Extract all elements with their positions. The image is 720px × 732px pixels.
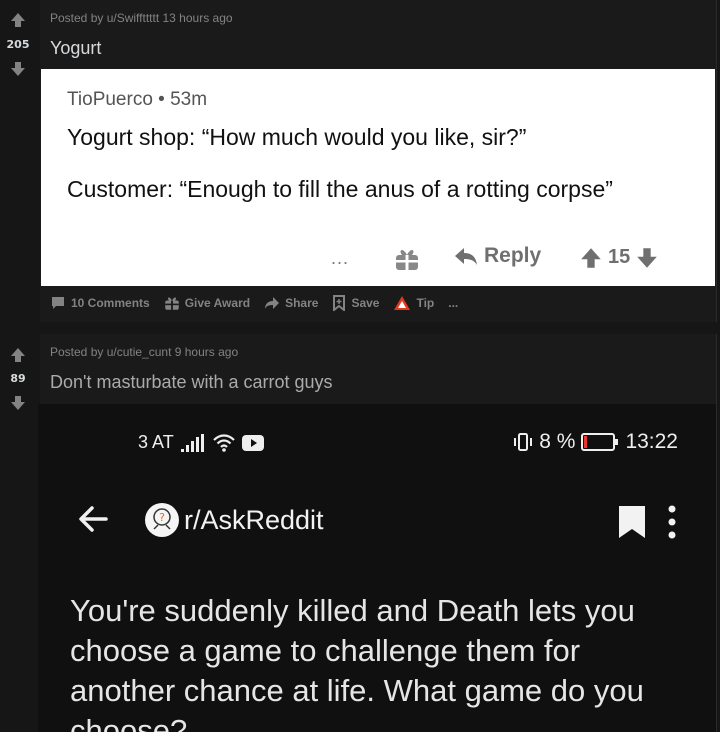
downvote-icon[interactable] (9, 60, 27, 78)
downvote-icon[interactable] (9, 394, 27, 412)
comment-author: TioPuerco • 53m (67, 89, 208, 110)
bookmark-icon (619, 506, 645, 538)
reply-icon (455, 248, 477, 265)
post-title[interactable]: Yogurt (50, 38, 101, 59)
subreddit-name: r/AskReddit (184, 505, 324, 535)
status-bar-right: 8 % 13:22 (513, 430, 678, 454)
more-options-button[interactable]: ... (448, 296, 458, 310)
battery-percent: 8 % (539, 430, 576, 453)
vibrate-icon (514, 433, 533, 451)
tip-button[interactable]: Tip (393, 295, 434, 311)
upvote-icon[interactable] (9, 346, 27, 364)
post-action-bar: 10 Comments Give Award Share Save Tip ..… (50, 292, 458, 314)
kebab-menu-icon (668, 505, 676, 539)
post-meta[interactable]: Posted by u/cutie_cunt 9 hours ago (50, 345, 238, 359)
post-meta[interactable]: Posted by u/Swiffttttt 13 hours ago (50, 11, 233, 25)
comments-button[interactable]: 10 Comments (50, 295, 150, 311)
share-label: Share (285, 296, 319, 310)
youtube-icon (241, 434, 264, 451)
vote-score: 89 (10, 372, 26, 385)
post-image[interactable]: TioPuerco • 53m Yogurt shop: “How much w… (41, 69, 715, 286)
vote-score: 205 (6, 38, 30, 51)
share-icon (265, 297, 280, 309)
post-card[interactable]: 89 Posted by u/cutie_cunt 9 hours ago Do… (0, 334, 717, 732)
subreddit-icon: ? (145, 503, 179, 537)
give-award-button[interactable]: Give Award (164, 295, 250, 311)
post-title[interactable]: Don't masturbate with a carrot guys (50, 372, 333, 393)
wifi-icon (212, 433, 235, 452)
post-card[interactable]: 205 Posted by u/Swiffttttt 13 hours ago … (0, 0, 717, 322)
tip-icon (394, 296, 411, 310)
gift-icon (164, 297, 179, 310)
more-icon: ... (331, 248, 350, 268)
svg-text:?: ? (159, 511, 165, 524)
comment-text-line: Yogurt shop: “How much would you like, s… (67, 124, 527, 150)
question-text: You're suddenly killed and Death lets yo… (70, 593, 644, 732)
gift-icon (396, 250, 418, 270)
save-button[interactable]: Save (332, 295, 379, 311)
back-arrow-icon (79, 506, 108, 532)
carrier-label: 3 AT (138, 432, 174, 452)
battery-icon (581, 433, 619, 451)
comment-score: 15 (608, 246, 631, 268)
post-image[interactable]: 3 AT 8 % 13:22 ? r/AskReddit You're sudd… (38, 404, 716, 732)
vote-column: 205 (0, 0, 40, 322)
comment-icon (52, 297, 64, 309)
comment-text-line: Customer: “Enough to fill the anus of a … (67, 176, 613, 202)
tip-label: Tip (416, 296, 435, 310)
upvote-icon[interactable] (9, 11, 27, 29)
reply-label: Reply (454, 244, 541, 268)
comments-label: 10 Comments (71, 296, 150, 310)
upvote-icon (581, 247, 601, 268)
comment-actions: ... Reply 15 (41, 244, 715, 274)
bookmark-icon (333, 295, 346, 311)
vote-column: 89 (0, 334, 40, 732)
status-bar-left: 3 AT (138, 432, 264, 453)
downvote-icon (637, 247, 658, 268)
award-label: Give Award (184, 296, 251, 310)
comment-votes: 15 (580, 246, 658, 269)
share-button[interactable]: Share (264, 296, 318, 310)
reply-text: Reply (484, 244, 542, 267)
clock: 13:22 (625, 430, 678, 453)
app-bar: ? r/AskReddit (76, 502, 696, 542)
more-icon: ... (448, 296, 459, 310)
signal-icon (180, 433, 204, 452)
save-label: Save (351, 296, 380, 310)
